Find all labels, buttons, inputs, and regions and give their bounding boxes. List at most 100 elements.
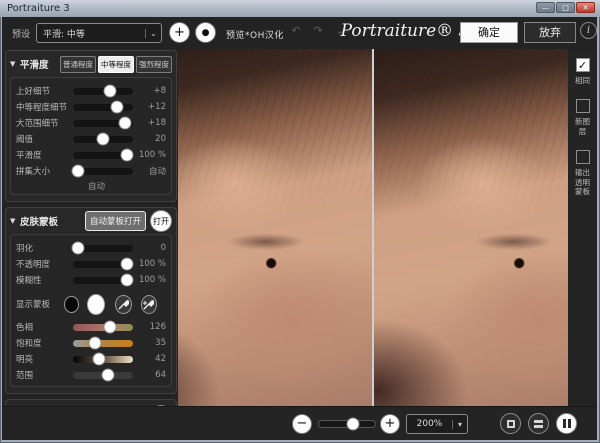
feather-slider: 羽化 0 <box>16 240 166 256</box>
undo-icon[interactable]: ↶ <box>288 23 304 39</box>
saturation-track[interactable] <box>73 340 133 347</box>
zoom-level-dropdown[interactable]: 200% ▾ <box>406 414 468 434</box>
preset-action-button[interactable]: ● <box>195 22 216 43</box>
vertical-split-button[interactable] <box>556 413 577 434</box>
fine-detail-track[interactable] <box>73 88 133 95</box>
skin-mask-section: ▼ 皮肤蒙板 自动蒙板打开 打开 羽化 0 不透明度 <box>5 207 177 394</box>
opacity-track[interactable] <box>73 261 133 268</box>
sample-size-track[interactable] <box>73 168 133 175</box>
minimize-button[interactable]: — <box>536 2 555 13</box>
after-pane[interactable] <box>374 49 568 406</box>
luminance-track[interactable] <box>73 356 133 363</box>
window-controls: — □ ✕ <box>536 2 595 13</box>
sample-size-value: 自动 <box>133 165 166 177</box>
sample-size-knob[interactable] <box>71 165 84 178</box>
eyedropper-icon <box>118 299 129 310</box>
feather-track[interactable] <box>73 245 133 252</box>
collapse-arrow-icon[interactable]: ▼ <box>10 60 20 68</box>
skin-mask-title: 皮肤蒙板 <box>20 214 85 228</box>
luminance-value: 42 <box>133 354 166 364</box>
latitude-knob[interactable] <box>101 369 114 382</box>
latitude-track[interactable] <box>73 372 133 379</box>
zoom-out-button[interactable]: − <box>292 414 312 434</box>
luminance-knob[interactable] <box>93 353 106 366</box>
output-mask-checkbox[interactable] <box>576 150 590 164</box>
sample-size-label: 拼集大小 <box>16 165 73 177</box>
opacity-slider: 不透明度 100 % <box>16 256 166 272</box>
info-button[interactable]: i <box>580 22 597 39</box>
threshold-slider: 阈值 20 <box>16 131 166 147</box>
ok-button[interactable]: 确定 <box>460 22 518 43</box>
zoom-level-value: 200% <box>407 419 452 429</box>
same-checkbox[interactable]: ✓ <box>576 58 590 72</box>
preview-area <box>178 49 568 406</box>
saturation-knob[interactable] <box>88 337 101 350</box>
hue-value: 126 <box>133 322 166 332</box>
close-button[interactable]: ✕ <box>576 2 595 13</box>
eyedropper-plus-button[interactable] <box>141 295 157 314</box>
mask-on-button[interactable]: 打开 <box>150 210 172 232</box>
single-view-button[interactable] <box>500 413 521 434</box>
threshold-knob[interactable] <box>97 133 110 146</box>
medium-detail-knob[interactable] <box>111 101 124 114</box>
smoothness-track[interactable] <box>73 152 133 159</box>
medium-detail-value: +12 <box>133 102 166 112</box>
cancel-button[interactable]: 放弃 <box>524 22 576 43</box>
titlebar[interactable]: Portraiture 3 <box>0 0 600 17</box>
portrait-photo-before <box>178 49 372 406</box>
toolbar: 预设 平滑: 中等 ⌄ + ● 预览*OH汉化 ↶ ↷ ⌄ Portraitur… <box>2 17 597 49</box>
portraiture-logo: Portraiture® 3 <box>340 21 470 41</box>
preset-dropdown[interactable]: 平滑: 中等 ⌄ <box>36 23 162 43</box>
add-preset-button[interactable]: + <box>169 22 190 43</box>
smoothness-label: 平滑度 <box>16 149 73 161</box>
large-detail-track[interactable] <box>73 120 133 127</box>
eyedropper-button[interactable] <box>115 295 131 314</box>
output-mask-label: 输出透明蒙板 <box>572 168 594 196</box>
auto-mask-button[interactable]: 自动蒙板打开 <box>85 211 146 231</box>
mask-color-black-swatch[interactable] <box>64 296 79 313</box>
fuzziness-knob[interactable] <box>121 274 134 287</box>
output-options-strip: ✓ 相同 新图层 输出透明蒙板 <box>568 49 597 406</box>
show-mask-row: 显示蒙板 <box>16 291 166 317</box>
smoothness-knob[interactable] <box>121 149 134 162</box>
history-controls: ↶ ↷ ⌄ <box>288 23 348 39</box>
smoothness-value: 100 % <box>133 150 166 160</box>
fuzziness-track[interactable] <box>73 277 133 284</box>
horizontal-split-icon <box>534 420 543 428</box>
horizontal-split-button[interactable] <box>528 413 549 434</box>
opacity-knob[interactable] <box>121 258 134 271</box>
medium-detail-track[interactable] <box>73 104 133 111</box>
threshold-label: 阈值 <box>16 133 73 145</box>
hue-knob[interactable] <box>104 321 117 334</box>
latitude-value: 64 <box>133 370 166 380</box>
fine-detail-slider: 上好细节 +8 <box>16 83 166 99</box>
new-layer-label: 新图层 <box>572 117 594 136</box>
fuzziness-label: 模糊性 <box>16 274 73 286</box>
same-label: 相同 <box>572 76 594 85</box>
tab-normal[interactable]: 普通程度 <box>60 56 96 73</box>
smoothing-section: ▼ 平滑度 普通程度 中等程度 强烈程度 上好细节 +8 中等程 <box>5 50 177 202</box>
feather-knob[interactable] <box>71 242 84 255</box>
mask-color-white-swatch[interactable] <box>87 294 105 315</box>
collapse-arrow-icon[interactable]: ▼ <box>10 217 20 225</box>
zoom-slider-knob[interactable] <box>346 418 359 431</box>
large-detail-knob[interactable] <box>119 117 132 130</box>
smoothness-slider: 平滑度 100 % <box>16 147 166 163</box>
tab-strong[interactable]: 强烈程度 <box>136 56 172 73</box>
new-layer-checkbox[interactable] <box>576 99 590 113</box>
zoom-slider-track[interactable] <box>318 420 376 428</box>
feather-label: 羽化 <box>16 242 73 254</box>
redo-icon[interactable]: ↷ <box>310 23 326 39</box>
maximize-button[interactable]: □ <box>556 2 575 13</box>
before-pane[interactable] <box>178 49 372 406</box>
tab-medium[interactable]: 中等程度 <box>98 56 134 73</box>
hue-track[interactable] <box>73 324 133 331</box>
threshold-track[interactable] <box>73 136 133 143</box>
zoom-in-button[interactable]: + <box>380 414 400 434</box>
medium-detail-slider: 中等程度细节 +12 <box>16 99 166 115</box>
fine-detail-knob[interactable] <box>104 85 117 98</box>
hue-label: 色相 <box>16 321 73 333</box>
vertical-split-icon <box>563 419 566 428</box>
chevron-down-icon: ▾ <box>452 420 467 429</box>
view-mode-buttons <box>500 413 577 434</box>
